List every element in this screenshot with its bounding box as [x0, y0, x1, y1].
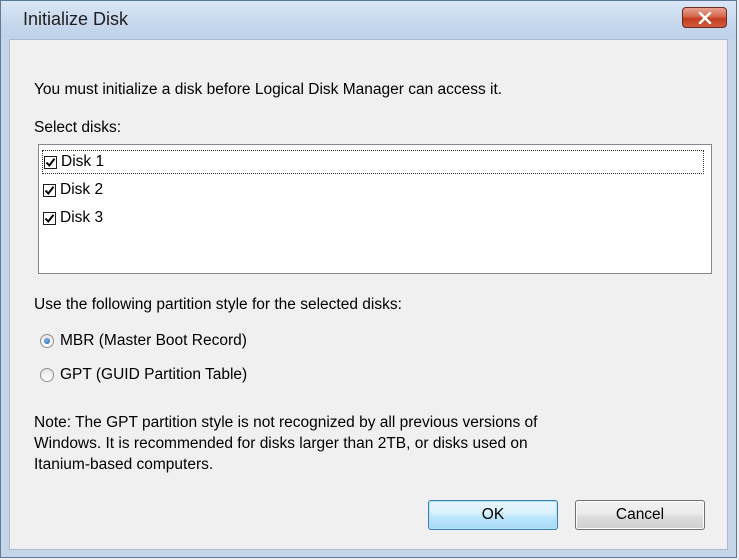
note-line: Itanium-based computers. — [34, 456, 214, 473]
partition-style-label: Use the following partition style for th… — [34, 296, 402, 313]
initialize-disk-dialog: Initialize Disk You must initialize a di… — [0, 0, 737, 558]
dialog-body: You must initialize a disk before Logica… — [9, 39, 728, 550]
disk-list-item[interactable]: Disk 1 — [42, 150, 704, 174]
disk-checkbox[interactable] — [43, 211, 56, 225]
dialog-title: Initialize Disk — [23, 9, 129, 29]
mbr-radio[interactable] — [40, 334, 54, 348]
checkmark-icon — [44, 213, 55, 223]
checkmark-icon — [44, 185, 55, 195]
disk-label: Disk 3 — [60, 209, 104, 226]
disk-label: Disk 2 — [60, 181, 104, 198]
close-x-icon — [698, 11, 711, 24]
gpt-label: GPT (GUID Partition Table) — [60, 366, 248, 383]
disk-list[interactable]: Disk 1 Disk 2 Disk 3 — [38, 144, 712, 274]
intro-text: You must initialize a disk before Logica… — [34, 81, 503, 98]
note-line: Windows. It is recommended for disks lar… — [34, 435, 528, 452]
cancel-button[interactable]: Cancel — [575, 500, 705, 530]
ok-button[interactable]: OK — [428, 500, 558, 530]
disk-label: Disk 1 — [61, 153, 105, 170]
checkmark-icon — [45, 157, 56, 167]
disk-list-item[interactable]: Disk 3 — [42, 206, 103, 230]
gpt-radio[interactable] — [40, 368, 54, 382]
title-bar[interactable]: Initialize Disk — [1, 1, 736, 39]
mbr-label: MBR (Master Boot Record) — [60, 332, 247, 349]
disk-checkbox[interactable] — [44, 155, 57, 169]
select-disks-label: Select disks: — [34, 119, 122, 136]
note-line: Note: The GPT partition style is not rec… — [34, 414, 538, 431]
disk-list-item[interactable]: Disk 2 — [42, 178, 103, 202]
gpt-option[interactable]: GPT (GUID Partition Table) — [40, 366, 247, 384]
disk-checkbox[interactable] — [43, 183, 56, 197]
radio-selected-dot — [44, 338, 50, 344]
mbr-option[interactable]: MBR (Master Boot Record) — [40, 332, 247, 350]
close-button[interactable] — [682, 7, 727, 28]
